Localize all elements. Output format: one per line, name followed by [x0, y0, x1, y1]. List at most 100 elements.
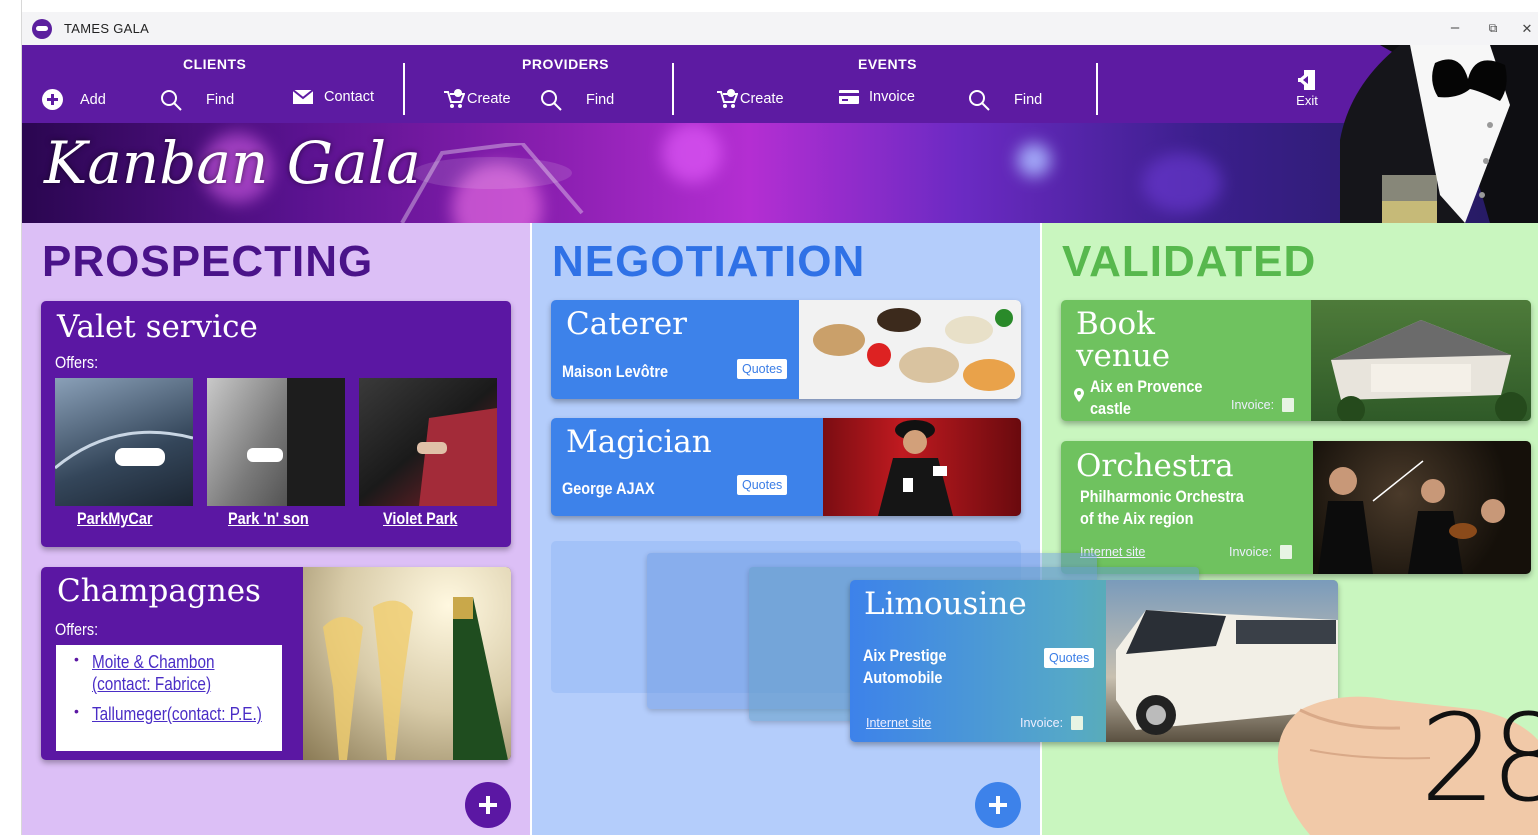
cart-add-icon — [717, 89, 738, 108]
caterer-quotes-button[interactable]: Quotes — [737, 359, 788, 379]
events-group-title: EVENTS — [858, 56, 918, 72]
magician-quotes-button[interactable]: Quotes — [737, 475, 788, 495]
toolbar-separator — [1096, 63, 1098, 115]
banner-light — [1017, 143, 1051, 177]
caterer-card-title: Caterer — [566, 306, 687, 342]
caterer-card[interactable]: Caterer Maison Levôtre Quotes — [551, 300, 1021, 399]
champagnes-offers-label: Offers: — [55, 620, 99, 639]
limousine-provider-2: Automobile — [863, 668, 943, 687]
magician-provider: George AJAX — [562, 479, 655, 498]
event-banner: Kanban Gala — [22, 123, 1538, 223]
valet-photo-parkmycar — [55, 378, 193, 506]
exit-label: Exit — [1296, 93, 1318, 108]
provider-link-violetpark[interactable]: Violet Park — [383, 509, 457, 529]
prospecting-title: PROSPECTING — [42, 237, 374, 286]
plus-circle-icon — [42, 89, 63, 110]
brand-title: Kanban Gala — [44, 129, 421, 197]
find-provider-button[interactable]: Find — [540, 89, 614, 111]
document-icon — [1071, 716, 1084, 730]
limousine-invoice-label: Invoice: — [1020, 716, 1064, 730]
valet-service-card[interactable]: Valet service Offers: ParkMyCar Park 'n'… — [41, 301, 511, 547]
orchestra-invoice-label: Invoice: — [1229, 545, 1273, 559]
venue-card[interactable]: Book venue Aix en Provence castle Invoic… — [1061, 300, 1531, 421]
title-bar: TAMES GALA – ⧉ ✕ — [22, 12, 1538, 45]
toolbar-separator — [403, 63, 405, 115]
invoice-event-label: Invoice — [869, 89, 915, 105]
venue-card-title-1: Book — [1076, 306, 1155, 342]
create-event-button[interactable]: Create — [716, 89, 784, 109]
venue-invoice[interactable]: Invoice: — [1231, 398, 1295, 412]
add-client-label: Add — [80, 91, 106, 108]
valet-offers-label: Offers: — [55, 353, 99, 372]
bullet: • — [74, 703, 79, 719]
limousine-quotes-button[interactable]: Quotes — [1044, 648, 1095, 668]
main-toolbar: CLIENTS PROVIDERS EVENTS Add Find Contac… — [22, 45, 1538, 123]
add-client-button[interactable]: Add — [42, 89, 106, 110]
find-client-label: Find — [206, 92, 235, 108]
app-logo-icon — [32, 18, 52, 39]
orchestra-card-title: Orchestra — [1076, 448, 1234, 484]
negotiation-column: NEGOTIATION Caterer Maison Levôtre Quote… — [532, 223, 1040, 835]
providers-group-title: PROVIDERS — [522, 56, 609, 72]
add-prospect-button[interactable] — [465, 782, 511, 828]
limousine-card-title: Limousine — [864, 586, 1027, 622]
magician-card[interactable]: Magician George AJAX Quotes — [551, 418, 1021, 516]
toolbar-separator — [672, 63, 674, 115]
search-icon — [541, 90, 562, 111]
venue-location-1: Aix en Provence — [1090, 377, 1203, 396]
find-event-label: Find — [1014, 92, 1043, 108]
validated-title: VALIDATED — [1062, 237, 1317, 286]
champagne-offer-tallumeger[interactable]: Tallumeger(contact: P.E.) — [92, 703, 271, 725]
app-window: TAMES GALA – ⧉ ✕ CLIENTS PROVIDERS EVENT… — [0, 0, 1538, 835]
orchestra-provider-2: of the Aix region — [1080, 509, 1194, 528]
limousine-provider-1: Aix Prestige — [863, 646, 947, 665]
invoice-event-button[interactable]: Invoice — [838, 89, 915, 105]
exit-button[interactable]: Exit — [1290, 69, 1324, 108]
close-button[interactable]: ✕ — [1518, 21, 1536, 37]
app-title: TAMES GALA — [64, 21, 150, 36]
caterer-photo — [799, 300, 1021, 399]
limousine-invoice[interactable]: Invoice: — [1020, 716, 1084, 730]
limousine-card-dragging[interactable]: Limousine Aix Prestige Automobile Quotes… — [850, 580, 1338, 742]
cart-add-icon — [444, 89, 465, 108]
search-icon — [161, 90, 182, 111]
contact-client-button[interactable]: Contact — [292, 89, 374, 105]
venue-invoice-label: Invoice: — [1231, 398, 1275, 412]
find-provider-label: Find — [586, 92, 615, 108]
orchestra-provider-1: Philharmonic Orchestra — [1080, 487, 1244, 506]
clients-group-title: CLIENTS — [183, 56, 247, 72]
magician-photo — [823, 418, 1021, 516]
banner-light — [662, 123, 722, 183]
champagne-photo — [303, 567, 511, 760]
watermark-logo: 28 — [1420, 690, 1538, 829]
location-pin-icon — [1074, 388, 1084, 402]
minimize-button[interactable]: – — [1446, 19, 1464, 36]
document-icon — [1282, 398, 1295, 412]
orchestra-card[interactable]: Orchestra Philharmonic Orchestra of the … — [1061, 441, 1531, 574]
orchestra-invoice[interactable]: Invoice: — [1229, 545, 1293, 559]
provider-link-parkmycar[interactable]: ParkMyCar — [77, 509, 153, 529]
valet-photo-parknson — [207, 378, 345, 506]
left-strip — [0, 0, 22, 835]
provider-link-parknson[interactable]: Park 'n' son — [228, 509, 309, 529]
venue-location-2: castle — [1090, 399, 1131, 418]
create-provider-label: Create — [467, 91, 511, 107]
restore-button[interactable]: ⧉ — [1484, 21, 1502, 36]
add-negotiation-button[interactable] — [975, 782, 1021, 828]
limousine-site-link[interactable]: Internet site — [866, 716, 931, 730]
banner-light — [1142, 153, 1222, 213]
venue-card-title-2: venue — [1076, 338, 1171, 374]
find-client-button[interactable]: Find — [160, 89, 234, 111]
find-event-button[interactable]: Find — [968, 89, 1042, 111]
create-provider-button[interactable]: Create — [443, 89, 511, 109]
champagnes-card[interactable]: Champagnes Offers: • Moite & Chambon (co… — [41, 567, 511, 760]
negotiation-title: NEGOTIATION — [552, 237, 866, 286]
champagne-offer-moite[interactable]: Moite & Chambon (contact: Fabrice) — [92, 651, 271, 695]
valet-card-title: Valet service — [57, 309, 258, 345]
caterer-provider: Maison Levôtre — [562, 362, 668, 381]
valet-photo-violetpark — [359, 378, 497, 506]
magician-card-title: Magician — [566, 424, 712, 460]
orchestra-photo — [1313, 441, 1531, 574]
invoice-card-icon — [839, 90, 859, 104]
exit-door-icon — [1298, 70, 1315, 90]
